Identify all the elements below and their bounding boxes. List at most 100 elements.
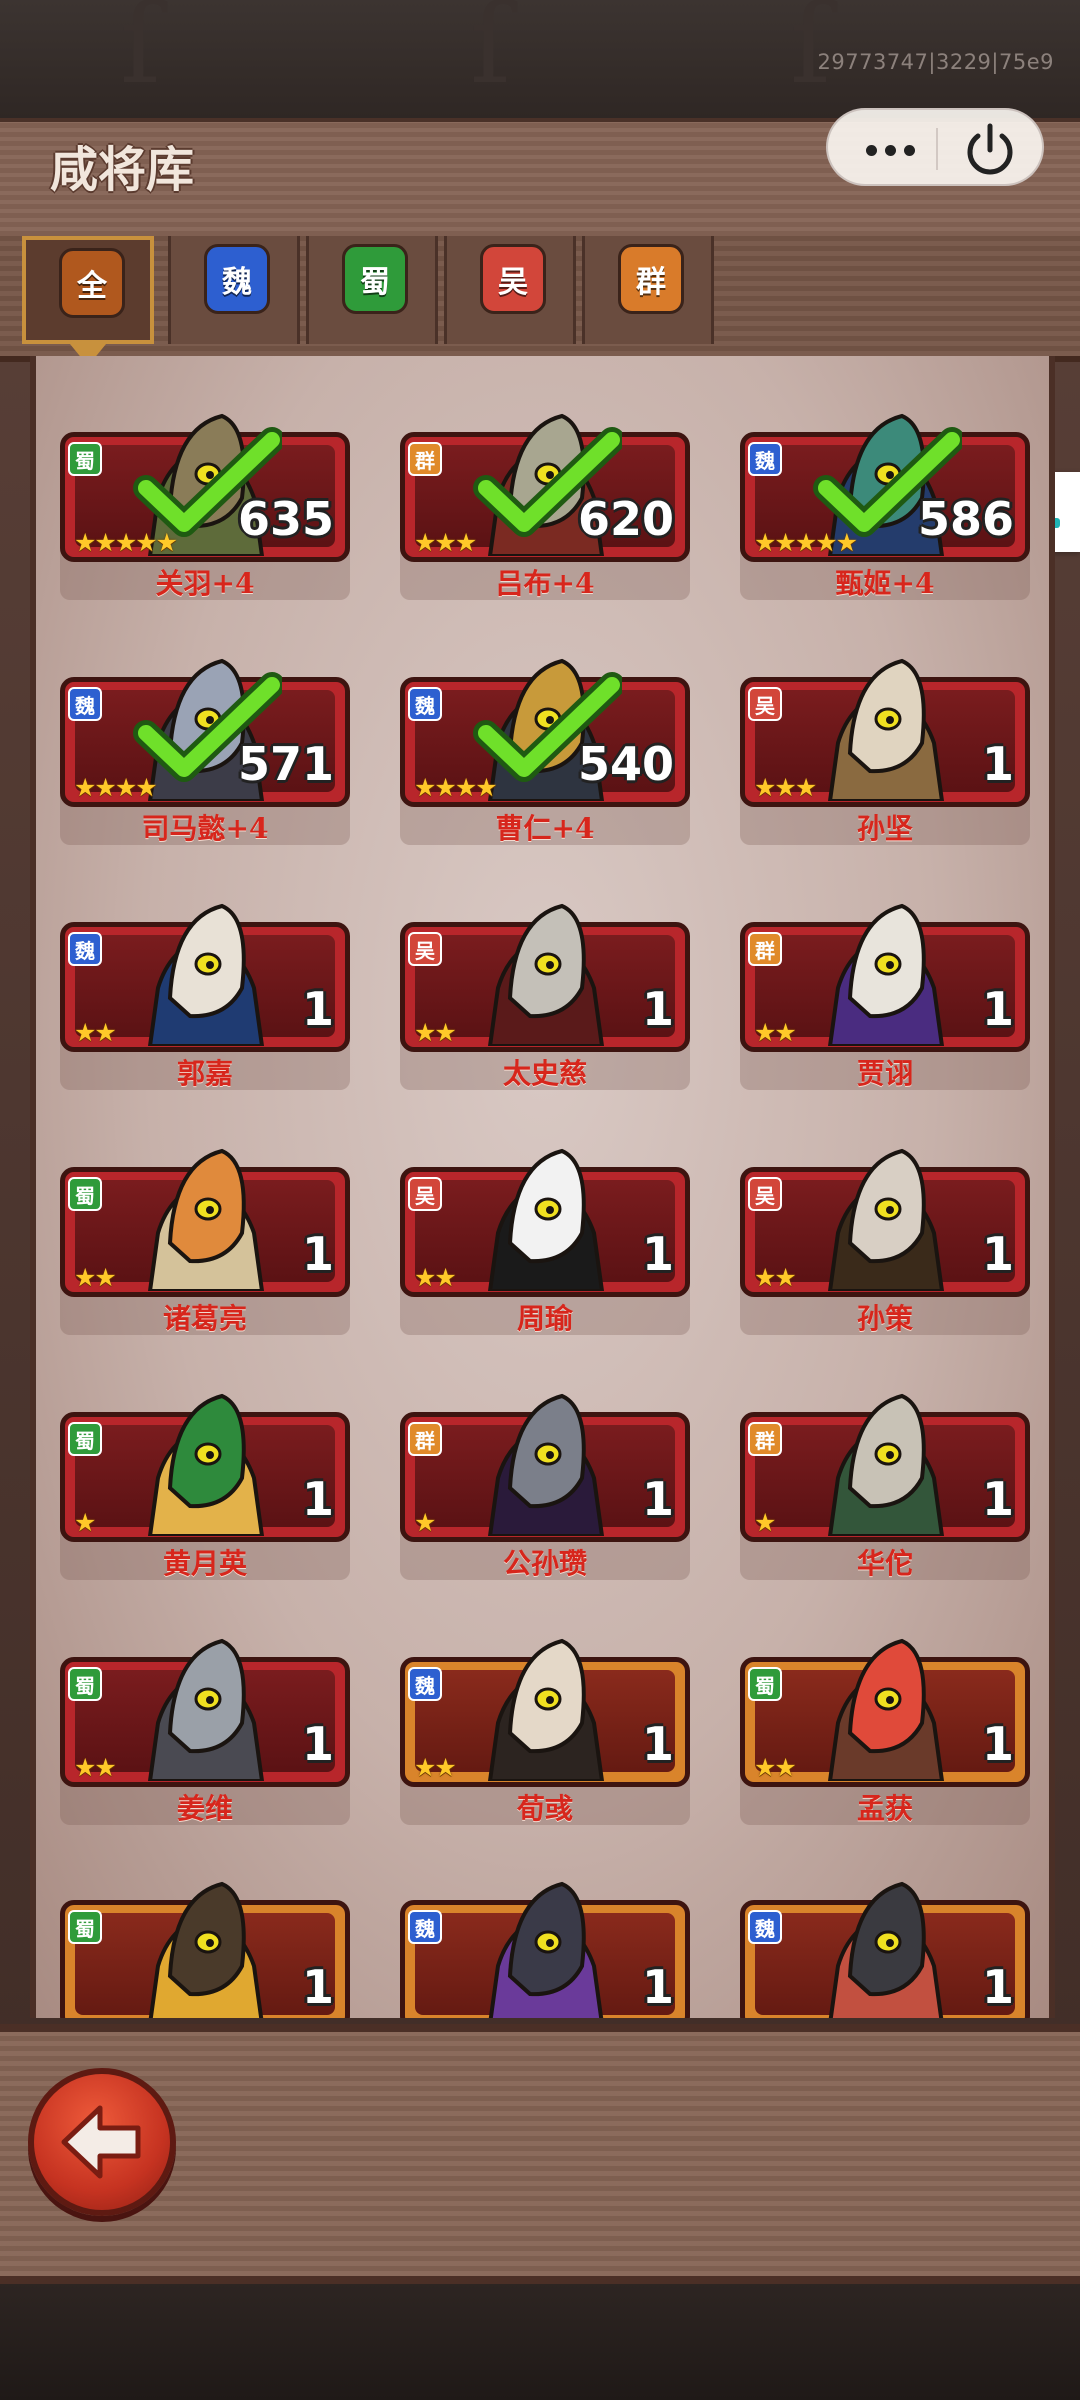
faction-badge: 魏 <box>748 442 782 476</box>
hero-card[interactable]: 魏1 <box>400 1856 690 2018</box>
faction-badge: 蜀 <box>68 442 102 476</box>
hero-portrait <box>148 1881 264 2018</box>
hero-card[interactable]: 吴 ★★★ 1 孙坚 <box>740 633 1030 845</box>
hero-count: 1 <box>641 1472 674 1526</box>
hero-name: 关羽+4 <box>155 567 255 600</box>
hero-count: 1 <box>981 737 1014 791</box>
faction-badge: 吴 <box>408 1177 442 1211</box>
hero-count: 1 <box>981 1227 1014 1281</box>
back-button[interactable] <box>28 2068 176 2216</box>
hero-name: 甄姬+4 <box>835 567 935 600</box>
hero-card[interactable]: 魏 ★★ 1 荀彧 <box>400 1613 690 1825</box>
hero-name: 孟获 <box>856 1792 913 1825</box>
faction-badge: 群 <box>748 1422 782 1456</box>
hero-portrait <box>487 1393 605 1536</box>
faction-badge: 吴 <box>408 932 442 966</box>
hero-card[interactable]: 群 ★ 1 公孙瓒 <box>400 1368 690 1580</box>
hero-portrait <box>147 903 265 1046</box>
faction-badge: 群 <box>748 932 782 966</box>
hero-card[interactable]: 魏 ★★★★ 571 司马懿+4 <box>60 633 350 845</box>
hero-count: 1 <box>301 1227 334 1281</box>
hero-card[interactable]: 蜀 ★★ 1 姜维 <box>60 1613 350 1825</box>
version-label: 29773747|3229|75e9 <box>817 50 1054 74</box>
star-rating: ★★ <box>754 1018 797 1047</box>
star-rating: ★★ <box>754 1753 797 1782</box>
hero-count: 1 <box>641 1717 674 1771</box>
hero-card[interactable]: 蜀 ★★ 1 孟获 <box>740 1613 1030 1825</box>
hero-count: 620 <box>577 492 674 546</box>
hero-card[interactable]: 魏 ★★ 1 郭嘉 <box>60 878 350 1090</box>
hero-card[interactable]: 吴 ★★ 1 周瑜 <box>400 1123 690 1335</box>
page-title: 咸将库 <box>50 142 195 198</box>
tab-label: 吴 <box>480 244 546 314</box>
hero-name: 吕布+4 <box>495 567 595 600</box>
star-rating: ★★ <box>74 1018 117 1047</box>
hero-count: 1 <box>981 982 1014 1036</box>
tab-label: 全 <box>59 248 125 318</box>
faction-badge: 群 <box>408 1422 442 1456</box>
hero-name: 华佗 <box>856 1547 913 1580</box>
hero-card[interactable]: 吴 ★★ 1 孙策 <box>740 1123 1030 1335</box>
hero-card[interactable]: 群 ★★ 1 贾诩 <box>740 878 1030 1090</box>
faction-badge: 蜀 <box>68 1422 102 1456</box>
capsule-divider <box>936 128 938 170</box>
hero-portrait <box>827 1393 945 1536</box>
back-arrow-icon <box>61 2105 141 2179</box>
faction-badge: 群 <box>408 442 442 476</box>
hero-name: 司马懿+4 <box>141 812 269 845</box>
hero-card[interactable]: 蜀1 <box>60 1856 350 2018</box>
hero-name: 曹仁+4 <box>495 812 595 845</box>
faction-badge: 魏 <box>408 1910 442 1944</box>
faction-badge: 蜀 <box>68 1910 102 1944</box>
hero-portrait <box>827 1638 945 1781</box>
hero-card[interactable]: 蜀 ★★ 1 诸葛亮 <box>60 1123 350 1335</box>
tab-label: 蜀 <box>342 244 408 314</box>
hero-portrait <box>828 1881 944 2018</box>
hero-grid: 蜀 ★★★★★ 635 关羽+4 群 ★★★ 620 吕布+4 魏 ★★★★★ 586 甄姬+4 魏 ★★… <box>30 356 1055 2018</box>
star-rating: ★★ <box>754 1263 797 1292</box>
hero-count: 1 <box>301 1960 334 2014</box>
hero-portrait <box>487 1638 605 1781</box>
hero-name: 太史慈 <box>502 1057 587 1090</box>
hero-card[interactable]: 吴 ★★ 1 太史慈 <box>400 878 690 1090</box>
star-rating: ★★ <box>414 1263 457 1292</box>
hero-card[interactable]: 魏1 <box>740 1856 1030 2018</box>
power-icon[interactable] <box>946 110 1034 188</box>
hero-portrait <box>827 658 945 801</box>
hero-count: 1 <box>981 1472 1014 1526</box>
hero-portrait <box>147 1393 265 1536</box>
faction-badge: 魏 <box>68 932 102 966</box>
faction-badge: 蜀 <box>68 1667 102 1701</box>
faction-badge: 蜀 <box>68 1177 102 1211</box>
hero-count: 635 <box>237 492 334 546</box>
hero-portrait <box>487 903 605 1046</box>
faction-badge: 魏 <box>408 1667 442 1701</box>
hero-name: 孙策 <box>856 1302 913 1335</box>
tab-4[interactable]: 群 <box>582 236 714 344</box>
hero-name: 贾诩 <box>856 1057 913 1090</box>
faction-badge: 吴 <box>748 1177 782 1211</box>
hero-portrait <box>147 1638 265 1781</box>
hero-name: 公孙瓒 <box>502 1547 587 1580</box>
hero-name: 周瑜 <box>516 1302 573 1335</box>
hero-name: 诸葛亮 <box>162 1302 247 1335</box>
hero-count: 1 <box>641 1960 674 2014</box>
hero-card[interactable]: 群 ★ 1 华佗 <box>740 1368 1030 1580</box>
hero-card[interactable]: 魏 ★★★★ 540 曹仁+4 <box>400 633 690 845</box>
star-rating: ★★ <box>414 1018 457 1047</box>
tab-3[interactable]: 吴 <box>444 236 576 344</box>
tab-2[interactable]: 蜀 <box>306 236 438 344</box>
tab-0[interactable]: 全 <box>22 236 154 366</box>
hero-card[interactable]: 蜀 ★★★★★ 635 关羽+4 <box>60 388 350 600</box>
hero-count: 1 <box>981 1717 1014 1771</box>
hero-portrait <box>488 1881 604 2018</box>
tab-1[interactable]: 魏 <box>168 236 300 344</box>
hero-name: 荀彧 <box>516 1792 573 1825</box>
hero-card[interactable]: 蜀 ★ 1 黄月英 <box>60 1368 350 1580</box>
hero-card[interactable]: 群 ★★★ 620 吕布+4 <box>400 388 690 600</box>
hero-count: 1 <box>301 1717 334 1771</box>
hero-name: 孙坚 <box>856 812 913 845</box>
hero-card[interactable]: 魏 ★★★★★ 586 甄姬+4 <box>740 388 1030 600</box>
more-dots-icon[interactable] <box>852 110 930 188</box>
hero-count: 586 <box>917 492 1014 546</box>
